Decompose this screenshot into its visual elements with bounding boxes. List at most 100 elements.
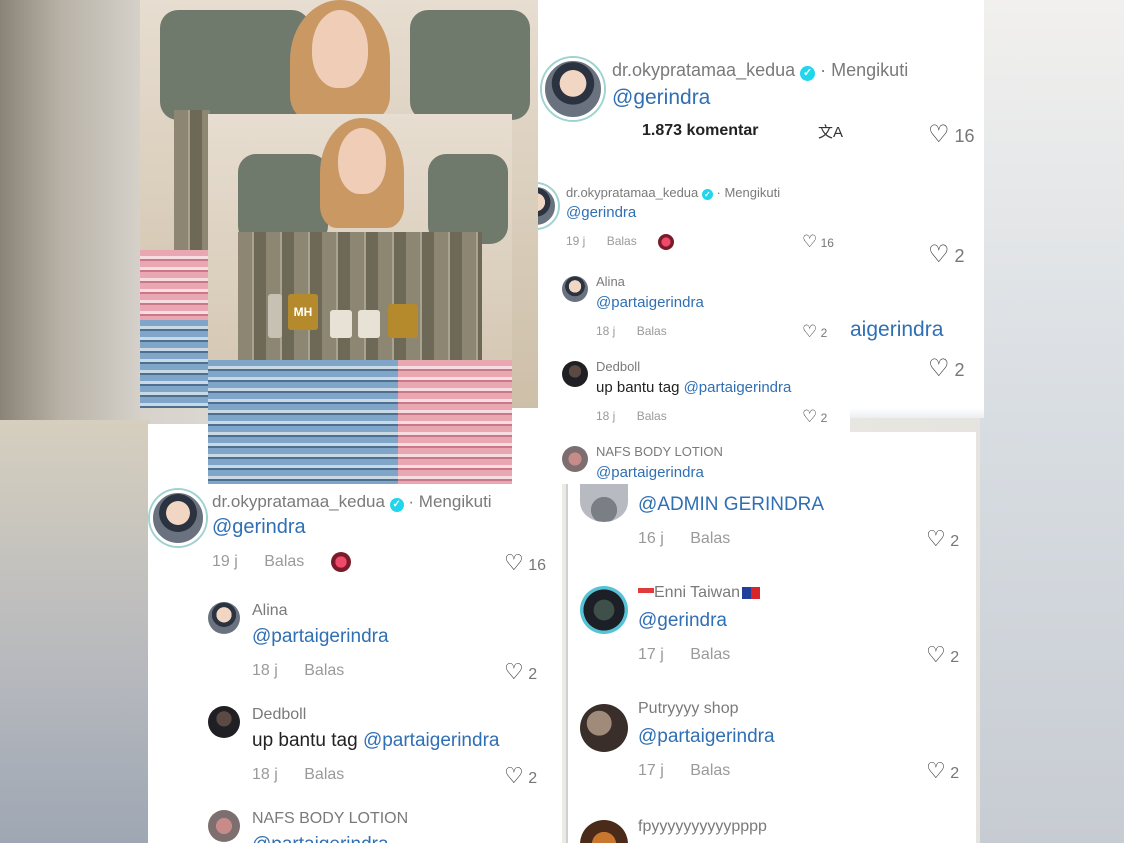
username[interactable]: fpyyyyyyyyyypppp bbox=[638, 818, 767, 836]
like-count: 2 bbox=[950, 765, 960, 782]
reply-mention[interactable]: @partaigerindra bbox=[252, 626, 389, 648]
timestamp: 17 j bbox=[638, 646, 664, 663]
reply-button[interactable]: Balas bbox=[607, 234, 637, 248]
card-divider bbox=[566, 432, 568, 843]
heart-icon: ♡ bbox=[802, 232, 818, 251]
comment-like[interactable]: ♡ 16 bbox=[504, 550, 546, 576]
timestamp: 16 j bbox=[638, 530, 664, 547]
photo-sofa bbox=[410, 10, 530, 120]
timestamp: 18 j bbox=[596, 409, 616, 423]
reply-mention[interactable]: @partaigerindra bbox=[684, 379, 792, 396]
translate-icon[interactable]: 文A bbox=[818, 121, 843, 142]
comment-mention[interactable]: @gerindra bbox=[566, 204, 636, 221]
avatar[interactable] bbox=[562, 276, 588, 302]
reply-prefix: up bantu tag bbox=[596, 379, 684, 396]
username[interactable]: dr.okypratamaa_kedua bbox=[566, 185, 698, 200]
timestamp: 18 j bbox=[252, 766, 278, 783]
reply-text: up bantu tag @partaigerindra bbox=[596, 379, 791, 396]
heart-icon: ♡ bbox=[926, 526, 946, 551]
comment-mention[interactable]: @gerindra bbox=[612, 86, 710, 110]
avatar[interactable] bbox=[208, 810, 240, 842]
follow-status: · Mengikuti bbox=[820, 60, 909, 80]
follow-status: · Mengikuti bbox=[408, 492, 492, 511]
background-blur-left bbox=[0, 420, 150, 843]
like-count: 2 bbox=[528, 770, 538, 787]
comment-like[interactable]: ♡ 2 bbox=[926, 526, 959, 552]
comment-mention[interactable]: @partaigerindra bbox=[638, 726, 775, 748]
reply-mention[interactable]: @partaigerindra bbox=[363, 730, 500, 751]
like-count: 16 bbox=[820, 236, 834, 250]
reply-button[interactable]: Balas bbox=[637, 409, 667, 423]
comment-mention[interactable]: @gerindra bbox=[212, 516, 306, 539]
reply-username[interactable]: Dedboll bbox=[252, 706, 306, 724]
avatar[interactable] bbox=[580, 482, 628, 522]
reply-username[interactable]: NAFS BODY LOTION bbox=[596, 444, 723, 459]
reply-username[interactable]: Dedboll bbox=[596, 359, 640, 374]
username[interactable]: dr.okypratamaa_kedua bbox=[612, 60, 795, 80]
photo-sofa bbox=[428, 154, 508, 244]
product-box: MH bbox=[288, 294, 318, 330]
comment-like[interactable]: ♡ 16 bbox=[802, 232, 834, 252]
avatar[interactable] bbox=[542, 58, 604, 120]
side-like-2[interactable]: ♡ 2 bbox=[928, 354, 965, 383]
reply-mention[interactable]: @partaigerindra bbox=[596, 294, 704, 311]
comment-mention[interactable]: @ADMIN GERINDRA bbox=[638, 494, 824, 516]
reply-like[interactable]: ♡ 2 bbox=[504, 659, 537, 685]
comment-count: 1.873 komentar bbox=[642, 122, 759, 139]
reply-like[interactable]: ♡ 2 bbox=[802, 322, 827, 342]
heart-icon: ♡ bbox=[504, 550, 524, 575]
reply-button[interactable]: Balas bbox=[690, 646, 730, 663]
photo-money-stack bbox=[174, 110, 210, 270]
heart-icon: ♡ bbox=[802, 407, 818, 426]
avatar[interactable] bbox=[580, 704, 628, 752]
timestamp: 19 j bbox=[566, 234, 586, 249]
comment-meta: 17 j Balas bbox=[638, 646, 730, 664]
reply-username[interactable]: Alina bbox=[596, 274, 625, 289]
like-count: 2 bbox=[954, 246, 965, 266]
photo-front: MH bbox=[208, 114, 512, 484]
reply-button[interactable]: Balas bbox=[304, 766, 344, 783]
flag-indonesia-icon bbox=[638, 587, 654, 598]
comment-header: dr.okypratamaa_kedua ✓ · Mengikuti bbox=[612, 60, 908, 81]
comment-header: Enni Taiwan bbox=[638, 584, 760, 602]
creator-liked-icon bbox=[658, 234, 675, 250]
avatar[interactable] bbox=[562, 361, 588, 387]
reply-button[interactable]: Balas bbox=[264, 553, 304, 570]
username[interactable]: dr.okypratamaa_kedua bbox=[212, 492, 385, 511]
reply-mention[interactable]: @partaigerindra bbox=[596, 464, 704, 481]
photo-sofa bbox=[238, 154, 328, 244]
username[interactable]: Putryyyy shop bbox=[638, 700, 738, 718]
avatar[interactable] bbox=[580, 820, 628, 843]
photo-face bbox=[312, 10, 368, 88]
comment-meta: 19 j Balas bbox=[212, 552, 351, 572]
comment-like[interactable]: ♡ 2 bbox=[926, 642, 959, 668]
avatar[interactable] bbox=[208, 602, 240, 634]
heart-icon: ♡ bbox=[926, 642, 946, 667]
reply-like[interactable]: ♡ 2 bbox=[504, 763, 537, 789]
reply-button[interactable]: Balas bbox=[690, 530, 730, 547]
like-count: 2 bbox=[820, 326, 828, 340]
side-like-1[interactable]: ♡ 2 bbox=[928, 240, 965, 269]
verified-badge-icon: ✓ bbox=[701, 189, 713, 200]
reply-username[interactable]: NAFS BODY LOTION bbox=[252, 810, 408, 828]
avatar[interactable] bbox=[562, 446, 588, 472]
reply-button[interactable]: Balas bbox=[690, 762, 730, 779]
comment-header: dr.okypratamaa_kedua ✓ · Mengikuti bbox=[212, 492, 492, 512]
reply-username[interactable]: Alina bbox=[252, 602, 288, 620]
comment-mention[interactable]: @gerindra bbox=[638, 610, 727, 632]
comment-like[interactable]: ♡ 2 bbox=[926, 758, 959, 784]
avatar[interactable] bbox=[580, 586, 628, 634]
avatar[interactable] bbox=[208, 706, 240, 738]
product-bottle bbox=[268, 294, 282, 338]
reply-button[interactable]: Balas bbox=[304, 662, 344, 679]
avatar[interactable] bbox=[150, 490, 206, 546]
reply-like[interactable]: ♡ 2 bbox=[802, 407, 827, 427]
username[interactable]: Enni Taiwan bbox=[654, 584, 740, 601]
photo-face bbox=[338, 128, 386, 194]
bottom-left-comment-card: dr.okypratamaa_kedua ✓ · Mengikuti @geri… bbox=[148, 424, 562, 843]
partial-mention[interactable]: aigerindra bbox=[850, 318, 943, 342]
product-jar bbox=[330, 310, 352, 338]
reply-button[interactable]: Balas bbox=[637, 324, 667, 338]
top-like[interactable]: ♡ 16 bbox=[928, 120, 975, 149]
reply-mention[interactable]: @partaigerindra bbox=[252, 834, 389, 843]
